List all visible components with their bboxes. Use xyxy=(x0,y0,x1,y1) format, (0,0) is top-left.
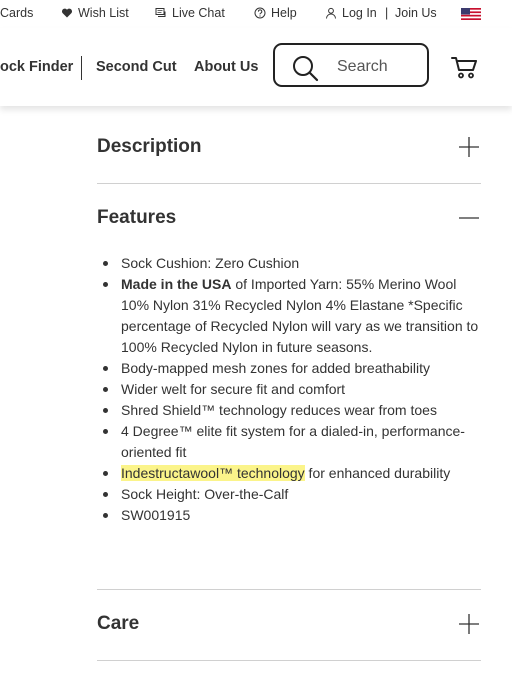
help-icon xyxy=(254,7,266,19)
user-icon xyxy=(326,7,336,19)
wish-list-label: Wish List xyxy=(78,6,129,20)
list-item: 4 Degree™ elite fit system for a dialed-… xyxy=(97,421,481,463)
heart-icon xyxy=(61,8,73,18)
features-heading[interactable]: Features xyxy=(97,207,176,229)
nav-sock-finder[interactable]: ock Finder xyxy=(0,59,73,75)
nav-about-us[interactable]: About Us xyxy=(194,59,258,75)
list-item: Made in the USA of Imported Yarn: 55% Me… xyxy=(97,274,481,358)
plus-icon[interactable] xyxy=(459,614,479,634)
help-label: Help xyxy=(271,6,297,20)
log-in-label: Log In xyxy=(342,6,377,20)
made-in-usa-bold: Made in the USA xyxy=(121,276,232,292)
chat-icon xyxy=(155,8,166,17)
divider-care xyxy=(97,660,481,661)
divider-description xyxy=(97,183,481,184)
join-us-link[interactable]: Join Us xyxy=(395,6,437,20)
highlighted-text: Indestructawool™ technology xyxy=(121,465,305,481)
minus-icon[interactable] xyxy=(459,208,479,228)
util-separator: | xyxy=(385,6,389,20)
us-flag-icon[interactable] xyxy=(461,8,481,20)
divider-features xyxy=(97,589,481,590)
search-icon[interactable] xyxy=(291,54,319,82)
nav-second-cut[interactable]: Second Cut xyxy=(96,59,177,75)
list-item: SW001915 xyxy=(97,505,481,526)
list-item: Indestructawool™ technology for enhanced… xyxy=(97,463,481,484)
wish-list-link[interactable]: Wish List xyxy=(61,6,129,20)
search-input[interactable]: Search xyxy=(273,43,429,87)
list-item: Wider welt for secure fit and comfort xyxy=(97,379,481,400)
live-chat-link[interactable]: Live Chat xyxy=(155,6,225,20)
search-placeholder: Search xyxy=(337,58,388,75)
list-item: Sock Height: Over-the-Calf xyxy=(97,484,481,505)
gift-cards-label: Cards xyxy=(0,6,34,20)
utility-bar: Cards Wish List Live Chat Help Log In | … xyxy=(0,0,512,28)
gift-cards-link[interactable]: Cards xyxy=(0,6,33,20)
main-nav: ock Finder Second Cut About Us Search xyxy=(0,28,512,106)
plus-icon[interactable] xyxy=(459,137,479,157)
description-heading[interactable]: Description xyxy=(97,136,202,158)
join-us-label: Join Us xyxy=(395,6,437,20)
log-in-link[interactable]: Log In xyxy=(325,6,377,20)
help-link[interactable]: Help xyxy=(254,6,297,20)
nav-divider xyxy=(81,56,82,80)
list-item: Sock Cushion: Zero Cushion xyxy=(97,253,481,274)
features-list: Sock Cushion: Zero Cushion Made in the U… xyxy=(97,253,481,526)
cart-icon[interactable] xyxy=(451,56,477,80)
list-item: Body-mapped mesh zones for added breatha… xyxy=(97,358,481,379)
care-heading[interactable]: Care xyxy=(97,613,139,635)
live-chat-label: Live Chat xyxy=(172,6,225,20)
list-item: Shred Shield™ technology reduces wear fr… xyxy=(97,400,481,421)
